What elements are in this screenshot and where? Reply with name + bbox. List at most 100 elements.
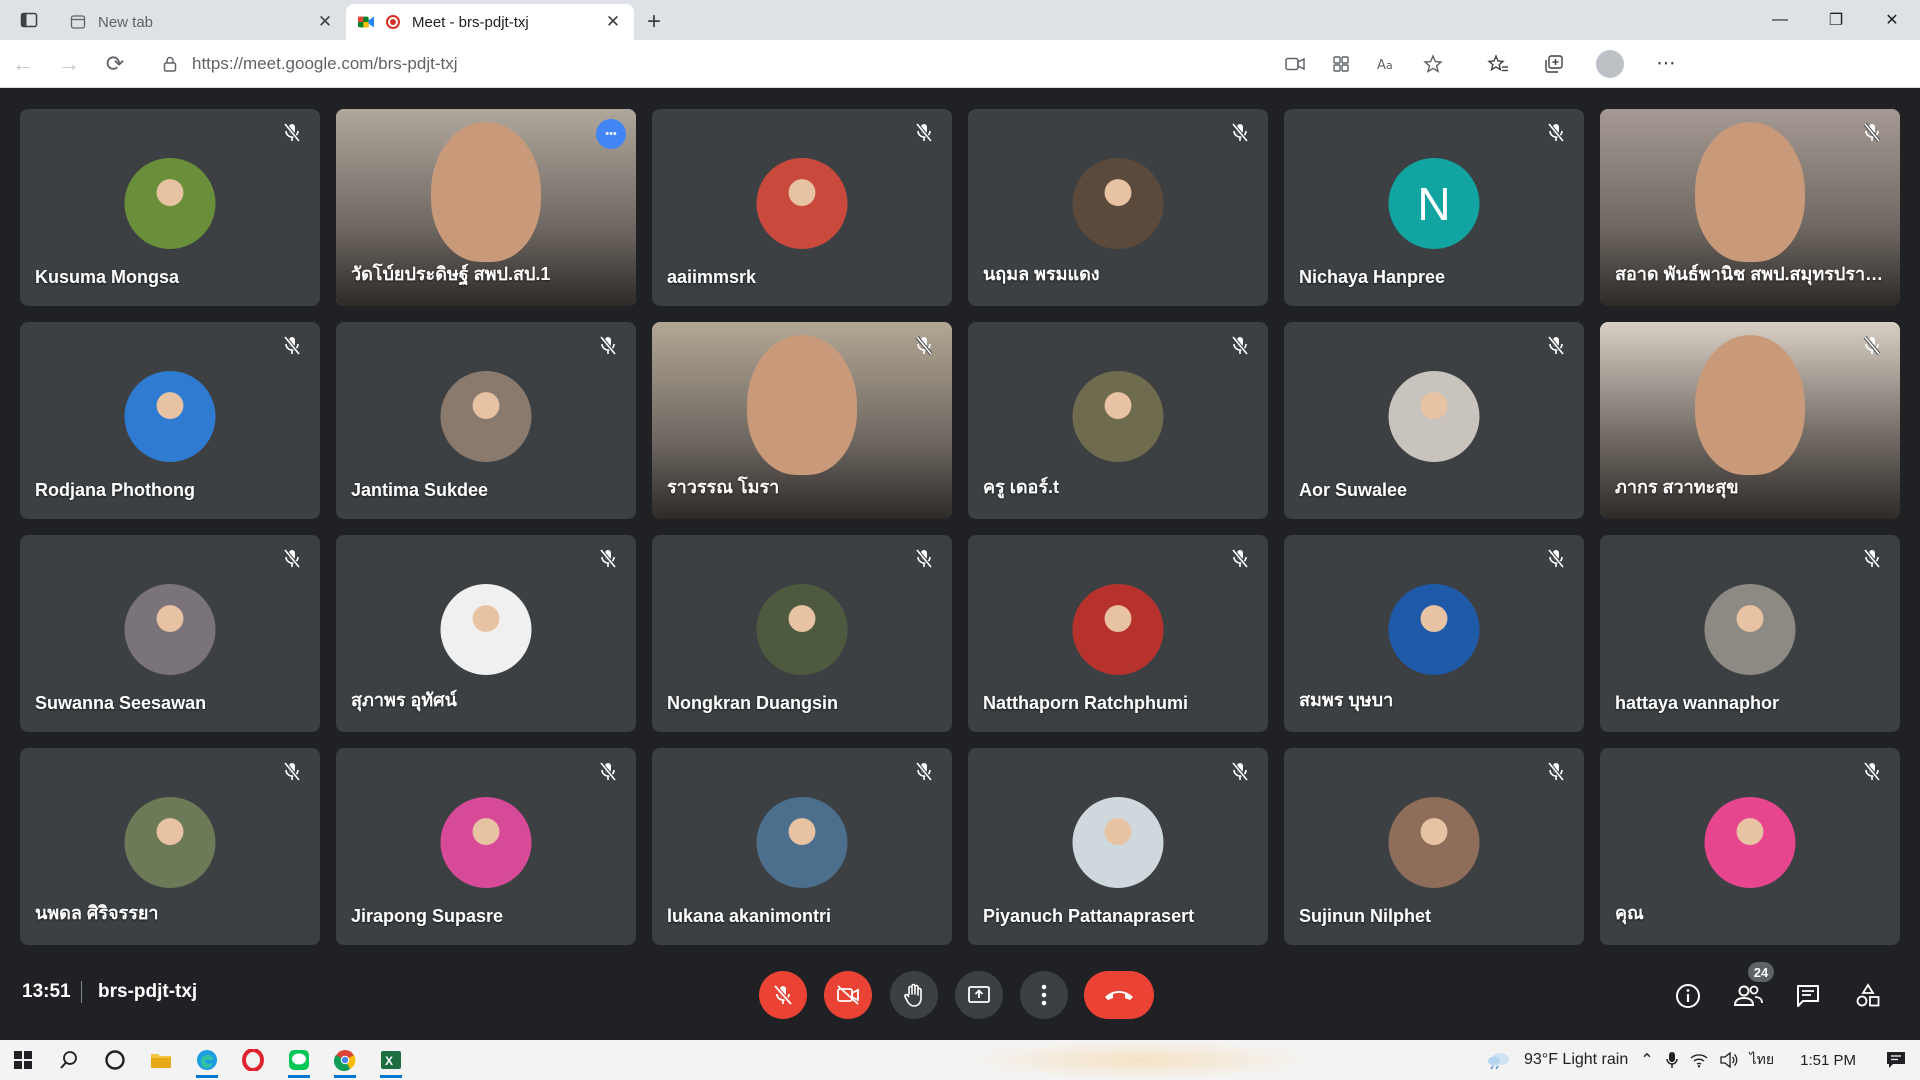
participant-tile[interactable]: Jirapong Supasre	[336, 748, 636, 945]
activities-button[interactable]	[1848, 976, 1888, 1016]
tab-meet[interactable]: Meet - brs-pdjt-txj ✕	[346, 4, 634, 40]
avatar	[440, 371, 532, 462]
participant-tile[interactable]: นฤมล พรมแดง	[968, 109, 1268, 306]
favorites-icon[interactable]	[1470, 44, 1526, 84]
chat-button[interactable]	[1788, 976, 1828, 1016]
participant-tile[interactable]: สอาด พันธ์พานิช สพป.สมุทรปราก...	[1600, 109, 1900, 306]
participant-name: Aor Suwalee	[1299, 480, 1408, 500]
input-language[interactable]: ไทย	[1750, 1049, 1774, 1071]
clock[interactable]: 1:51 PM	[1800, 1052, 1856, 1069]
avatar	[1388, 584, 1480, 675]
microphone-off-button[interactable]	[759, 971, 807, 1019]
leave-call-button[interactable]	[1084, 971, 1154, 1019]
participant-tile[interactable]: ••• วัดโบ์ยประดิษฐ์ สพป.สป.1	[336, 109, 636, 306]
avatar	[756, 797, 848, 888]
wifi-icon[interactable]	[1690, 1052, 1708, 1068]
taskbar-chrome[interactable]	[322, 1040, 368, 1080]
lock-icon[interactable]	[162, 56, 178, 72]
close-window-icon[interactable]: ✕	[1864, 0, 1920, 40]
microphone-tray-icon[interactable]	[1665, 1051, 1678, 1069]
apps-icon[interactable]	[1318, 46, 1364, 82]
participant-tile[interactable]: Jantima Sukdee	[336, 322, 636, 519]
participant-tile[interactable]: Suwanna Seesawan	[20, 535, 320, 732]
restore-icon[interactable]: ❐	[1808, 0, 1864, 40]
notifications-icon[interactable]	[1886, 1051, 1906, 1069]
taskbar-excel[interactable]: X	[368, 1040, 414, 1080]
taskbar-file-explorer[interactable]	[138, 1040, 184, 1080]
participant-tile[interactable]: N Nichaya Hanpree	[1284, 109, 1584, 306]
mic-muted-icon	[1544, 334, 1568, 358]
taskbar-line[interactable]	[276, 1040, 322, 1080]
present-now-button[interactable]	[955, 971, 1003, 1019]
meet-logo-icon	[358, 14, 374, 30]
mic-muted-icon	[1544, 121, 1568, 145]
volume-icon[interactable]	[1719, 1052, 1738, 1068]
read-aloud-icon[interactable]: Aa	[1364, 46, 1410, 82]
participant-tile[interactable]: นพดล ศิริจรรยา	[20, 748, 320, 945]
address-bar-row: ← → ⟳ https://meet.google.com/brs-pdjt-t…	[0, 40, 1920, 88]
participant-name: ราวรรณ โมรา	[667, 477, 780, 497]
browser-toolbar-icons: ⋯	[1470, 44, 1694, 84]
address-field[interactable]: https://meet.google.com/brs-pdjt-txj Aa	[146, 45, 1456, 82]
avatar	[1072, 797, 1164, 888]
mic-muted-icon	[596, 547, 620, 571]
weather-icon[interactable]	[1486, 1050, 1512, 1070]
refresh-icon[interactable]: ⟳	[92, 40, 138, 88]
mic-muted-icon	[912, 547, 936, 571]
profile-avatar-icon[interactable]	[1596, 49, 1624, 78]
activities-icon	[1856, 983, 1880, 1007]
collections-icon[interactable]	[1526, 44, 1582, 84]
participant-name: ภากร สวาทะสุข	[1615, 477, 1739, 497]
window-controls: — ❐ ✕	[1752, 0, 1920, 40]
add-favorite-icon[interactable]	[1410, 46, 1456, 82]
participant-name: นพดล ศิริจรรยา	[35, 903, 159, 923]
participant-tile[interactable]: Nongkran Duangsin	[652, 535, 952, 732]
forward-icon[interactable]: →	[46, 40, 92, 88]
participant-tile[interactable]: Natthaporn Ratchphumi	[968, 535, 1268, 732]
participant-tile[interactable]: ภากร สวาทะสุข	[1600, 322, 1900, 519]
start-button[interactable]	[0, 1040, 46, 1080]
address-bar-icons: Aa	[1272, 46, 1456, 82]
tab-actions-icon[interactable]	[0, 0, 58, 40]
participant-tile[interactable]: ราวรรณ โมรา	[652, 322, 952, 519]
svg-text:X: X	[385, 1054, 393, 1068]
mic-muted-icon	[1860, 121, 1884, 145]
participant-tile[interactable]: Aor Suwalee	[1284, 322, 1584, 519]
tile-more-options-icon[interactable]: •••	[596, 119, 626, 149]
cortana-button[interactable]	[92, 1040, 138, 1080]
line-icon	[289, 1050, 309, 1070]
mic-muted-icon	[1228, 547, 1252, 571]
close-tab-icon[interactable]: ✕	[316, 12, 334, 32]
participant-tile[interactable]: aaiimmsrk	[652, 109, 952, 306]
cortana-icon	[105, 1050, 125, 1070]
more-options-button[interactable]	[1020, 971, 1068, 1019]
camera-in-use-icon[interactable]	[1272, 46, 1318, 82]
participant-tile[interactable]: hattaya wannaphor	[1600, 535, 1900, 732]
taskbar-opera[interactable]	[230, 1040, 276, 1080]
weather-text[interactable]: 93°F Light rain	[1524, 1051, 1628, 1069]
participant-tile[interactable]: สุภาพร อุทัศน์	[336, 535, 636, 732]
back-icon[interactable]: ←	[0, 40, 46, 88]
tab-new-tab[interactable]: New tab ✕	[58, 4, 346, 40]
participant-tile[interactable]: คุณ	[1600, 748, 1900, 945]
raise-hand-button[interactable]	[890, 971, 938, 1019]
participant-tile[interactable]: Sujinun Nilphet	[1284, 748, 1584, 945]
participant-tile[interactable]: ครู เดอร์.t	[968, 322, 1268, 519]
show-hidden-icons-icon[interactable]: ⌃	[1640, 1050, 1653, 1070]
camera-off-button[interactable]	[824, 971, 872, 1019]
close-tab-icon[interactable]: ✕	[604, 12, 622, 32]
new-tab-button[interactable]: +	[634, 4, 674, 40]
search-button[interactable]	[46, 1040, 92, 1080]
avatar	[440, 584, 532, 675]
minimize-icon[interactable]: —	[1752, 0, 1808, 40]
more-options-icon[interactable]: ⋯	[1638, 44, 1694, 84]
taskbar-edge[interactable]	[184, 1040, 230, 1080]
participant-name: aaiimmsrk	[667, 267, 757, 287]
participant-tile[interactable]: Piyanuch Pattanaprasert	[968, 748, 1268, 945]
participant-tile[interactable]: Rodjana Phothong	[20, 322, 320, 519]
people-button[interactable]: 24	[1728, 962, 1774, 1016]
participant-tile[interactable]: Kusuma Mongsa	[20, 109, 320, 306]
participant-tile[interactable]: สมพร บุษบา	[1284, 535, 1584, 732]
participant-tile[interactable]: lukana akanimontri	[652, 748, 952, 945]
meeting-details-button[interactable]	[1668, 976, 1708, 1016]
